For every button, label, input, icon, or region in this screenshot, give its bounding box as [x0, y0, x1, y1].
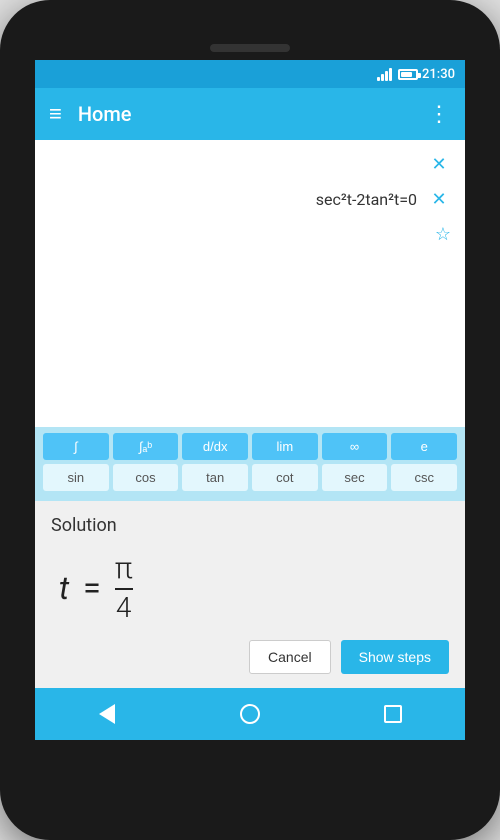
key-limit[interactable]: lim	[252, 433, 318, 460]
home-button[interactable]	[230, 694, 270, 734]
show-steps-button[interactable]: Show steps	[341, 640, 449, 674]
bottom-nav	[35, 688, 465, 740]
key-sin[interactable]: sin	[43, 464, 109, 491]
main-content: ✕ sec²t-2tan²t=0 ✕ ☆ ∫ ∫ₐᵇ d/dx	[35, 140, 465, 740]
solution-equation: t = π 4	[51, 546, 449, 636]
solution-title: Solution	[51, 515, 449, 536]
signal-bar-1	[377, 77, 380, 81]
status-icons	[377, 67, 418, 81]
solution-equals: =	[83, 569, 101, 607]
expression-text-2: sec²t-2tan²t=0	[49, 190, 417, 209]
key-csc[interactable]: csc	[391, 464, 457, 491]
close-icon-1[interactable]: ✕	[427, 154, 451, 175]
recents-icon	[384, 705, 402, 723]
key-definite-integral[interactable]: ∫ₐᵇ	[113, 433, 179, 460]
phone-bottom	[0, 740, 500, 840]
battery-icon	[398, 69, 418, 80]
expression-row-3: ☆	[49, 220, 451, 249]
key-cot[interactable]: cot	[252, 464, 318, 491]
recents-button[interactable]	[373, 694, 413, 734]
keyboard-row-2: sin cos tan cot sec csc	[43, 464, 457, 491]
close-icon-2[interactable]: ✕	[427, 189, 451, 210]
phone-top	[0, 0, 500, 60]
hamburger-icon[interactable]: ≡	[49, 101, 62, 127]
back-button[interactable]	[87, 694, 127, 734]
solution-denominator: 4	[116, 592, 132, 622]
app-bar: ≡ Home ⋮	[35, 88, 465, 140]
signal-bars	[377, 67, 392, 81]
back-icon	[99, 704, 115, 724]
phone-shell: 21:30 ≡ Home ⋮ ✕ sec²t-2tan²t=0 ✕	[0, 0, 500, 840]
expression-row-2: sec²t-2tan²t=0 ✕	[49, 185, 451, 214]
status-time: 21:30	[422, 67, 455, 82]
key-sec[interactable]: sec	[322, 464, 388, 491]
status-bar: 21:30	[35, 60, 465, 88]
more-options-icon[interactable]: ⋮	[428, 102, 451, 127]
signal-bar-3	[385, 71, 388, 81]
solution-variable: t	[59, 569, 69, 607]
keyboard-area: ∫ ∫ₐᵇ d/dx lim ∞ e sin cos tan cot sec c…	[35, 427, 465, 501]
cancel-button[interactable]: Cancel	[249, 640, 331, 674]
app-bar-title: Home	[78, 102, 428, 126]
expression-row-1: ✕	[49, 150, 451, 179]
key-tan[interactable]: tan	[182, 464, 248, 491]
star-icon[interactable]: ☆	[435, 224, 451, 245]
action-buttons: Cancel Show steps	[51, 636, 449, 676]
solution-panel: Solution t = π 4 Cancel Show steps	[35, 501, 465, 688]
key-derivative[interactable]: d/dx	[182, 433, 248, 460]
home-icon	[240, 704, 260, 724]
signal-bar-2	[381, 74, 384, 81]
solution-numerator: π	[115, 554, 133, 586]
key-cos[interactable]: cos	[113, 464, 179, 491]
key-e[interactable]: e	[391, 433, 457, 460]
key-infinity[interactable]: ∞	[322, 433, 388, 460]
fraction-line	[115, 588, 133, 590]
keyboard-row-1: ∫ ∫ₐᵇ d/dx lim ∞ e	[43, 433, 457, 460]
signal-bar-4	[389, 68, 392, 81]
battery-fill	[401, 72, 412, 77]
phone-speaker	[210, 44, 290, 52]
solution-fraction: π 4	[115, 554, 133, 622]
key-integral[interactable]: ∫	[43, 433, 109, 460]
phone-screen: 21:30 ≡ Home ⋮ ✕ sec²t-2tan²t=0 ✕	[35, 60, 465, 740]
expression-area: ✕ sec²t-2tan²t=0 ✕ ☆	[35, 140, 465, 427]
